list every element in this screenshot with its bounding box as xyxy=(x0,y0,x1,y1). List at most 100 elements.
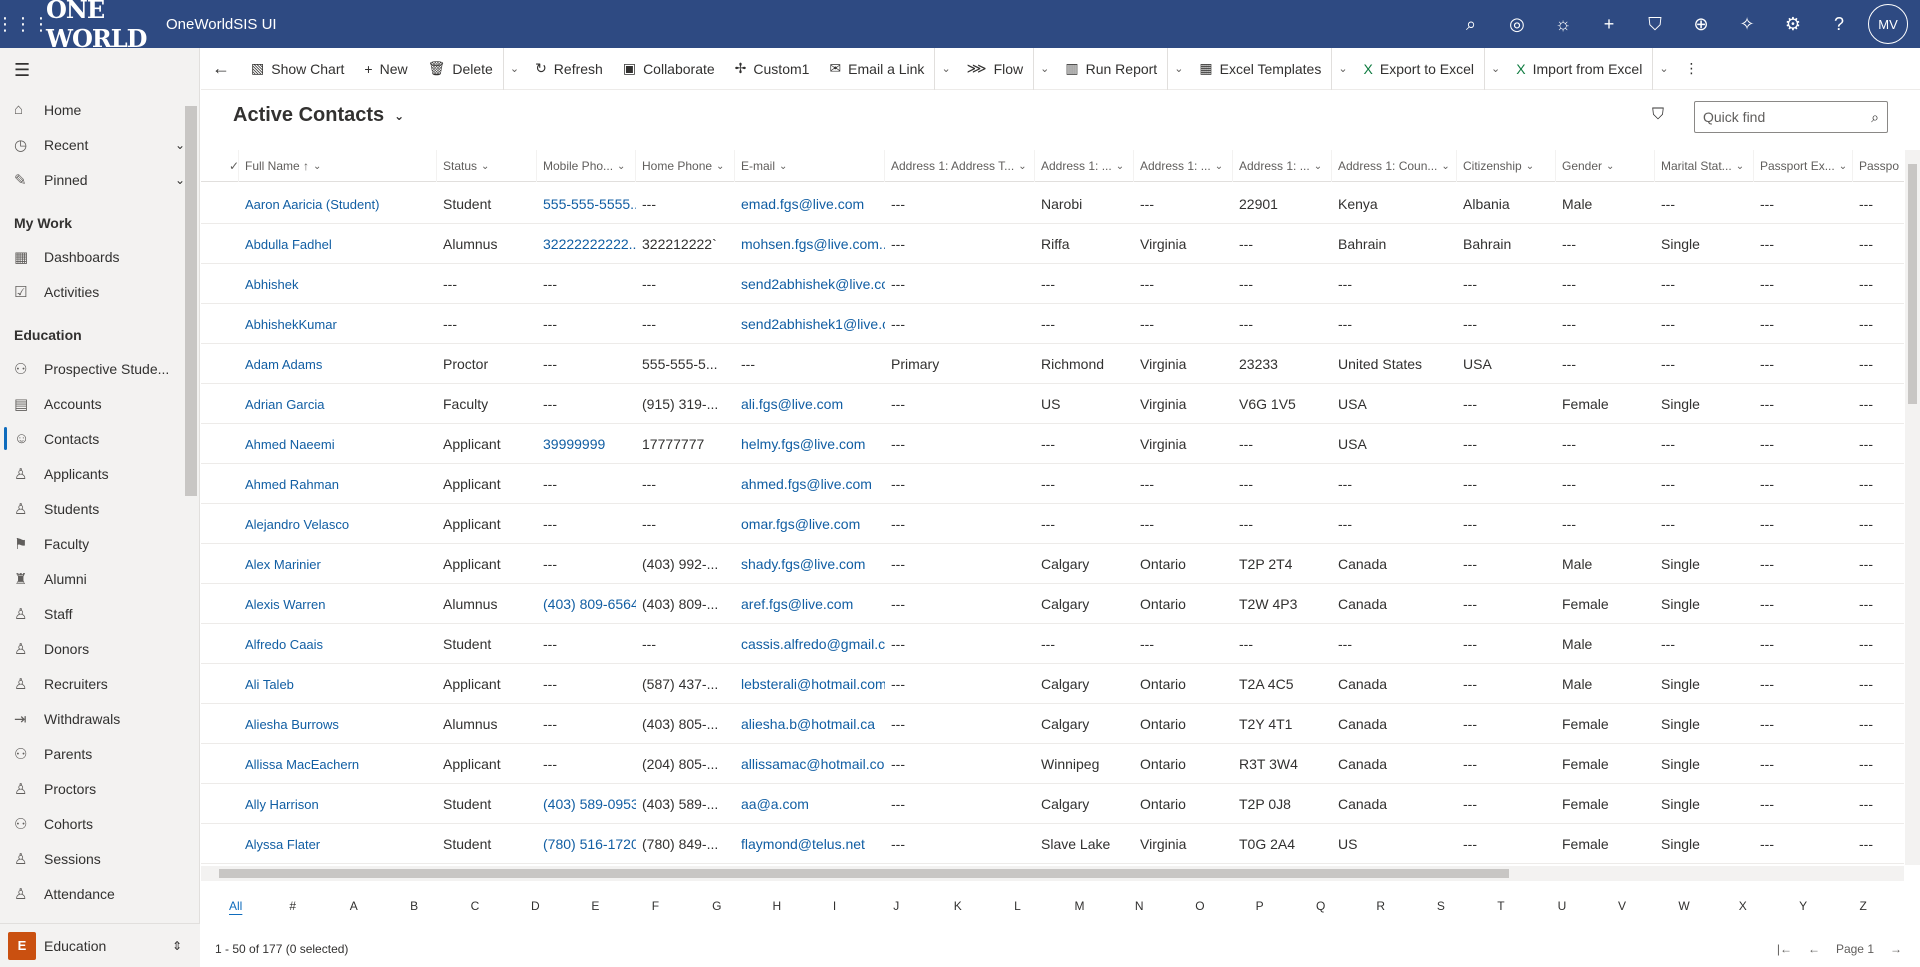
table-row[interactable]: Abdulla Fadhel Alumnus 32222222222... 32221… xyxy=(201,224,1904,264)
sidebar-item-activities[interactable]: ☑ Activities xyxy=(0,274,199,309)
sidebar-item-recruiters[interactable]: ♙ Recruiters xyxy=(0,666,199,701)
row-select[interactable] xyxy=(201,304,239,344)
sidebar-item-withdrawals[interactable]: ⇥ Withdrawals xyxy=(0,701,199,736)
table-row[interactable]: Alex Marinier Applicant --- (403) 992-... sh… xyxy=(201,544,1904,584)
jump-n[interactable]: N xyxy=(1135,899,1195,913)
table-row[interactable]: Alyssa Flater Student (780) 516-1720 (780) … xyxy=(201,824,1904,864)
cell-e-mail[interactable]: cassis.alfredo@gmail.cc xyxy=(735,624,885,664)
chevron-down-icon[interactable]: ⌄ xyxy=(1839,161,1847,172)
jump-p[interactable]: P xyxy=(1256,899,1316,913)
cell-full-name-[interactable]: Alfredo Caais xyxy=(239,624,437,664)
column-header[interactable]: Address 1: Address T... ⌄ xyxy=(885,150,1035,182)
jump-r[interactable]: R xyxy=(1376,899,1436,913)
sidebar-item-accounts[interactable]: ▤ Accounts xyxy=(0,386,199,421)
jump-m[interactable]: M xyxy=(1074,899,1134,913)
cmd-import-from-excel[interactable]: X Import from Excel xyxy=(1506,48,1652,90)
row-select[interactable] xyxy=(201,184,239,224)
cmd-export-to-excel[interactable]: X Export to Excel xyxy=(1354,48,1485,90)
cell-full-name-[interactable]: Alex Marinier xyxy=(239,544,437,584)
vertical-scrollbar[interactable] xyxy=(1905,150,1920,865)
cell-e-mail[interactable]: send2abhishek1@live.c xyxy=(735,304,885,344)
jump-j[interactable]: J xyxy=(893,899,953,913)
jump-q[interactable]: Q xyxy=(1316,899,1376,913)
jump-u[interactable]: U xyxy=(1558,899,1618,913)
back-arrow-icon[interactable]: ← xyxy=(201,48,241,90)
chevron-down-icon[interactable]: ⌄ xyxy=(779,161,787,172)
cmd-email-a-link[interactable]: ✉ Email a Link xyxy=(819,48,934,90)
split-chevron-icon[interactable]: ⌄ xyxy=(1033,47,1055,90)
filter-icon[interactable]: ⛉ xyxy=(1652,106,1664,124)
cell-full-name-[interactable]: Allissa MacEachern xyxy=(239,744,437,784)
sidebar-item-alumni[interactable]: ♜ Alumni xyxy=(0,561,199,596)
chevron-down-icon[interactable]: ⌄ xyxy=(1116,161,1124,172)
cmd-refresh[interactable]: ↻ Refresh xyxy=(525,48,613,90)
row-select[interactable] xyxy=(201,384,239,424)
view-selector[interactable]: Active Contacts ⌄ xyxy=(233,104,404,127)
jump-hash[interactable]: # xyxy=(289,899,349,913)
jump-c[interactable]: C xyxy=(471,899,531,913)
circle-plus-icon[interactable]: ⊕ xyxy=(1678,14,1724,35)
sidebar-item-donors[interactable]: ♙ Donors xyxy=(0,631,199,666)
row-select[interactable] xyxy=(201,544,239,584)
column-header[interactable]: Address 1: ... ⌄ xyxy=(1035,150,1134,182)
chevron-down-icon[interactable]: ⌄ xyxy=(175,138,185,152)
table-row[interactable]: Ahmed Rahman Applicant --- --- ahmed.fgs@liv… xyxy=(201,464,1904,504)
cell-e-mail[interactable]: allissamac@hotmail.co xyxy=(735,744,885,784)
sidebar-scrollbar[interactable] xyxy=(185,106,197,496)
jump-s[interactable]: S xyxy=(1437,899,1497,913)
next-page-icon[interactable]: → xyxy=(1890,942,1902,956)
cmd--[interactable]: ⋮ xyxy=(1675,48,1709,90)
row-select[interactable] xyxy=(201,344,239,384)
chevron-down-icon[interactable]: ⌄ xyxy=(313,161,321,172)
column-header[interactable]: E-mail ⌄ xyxy=(735,150,885,182)
sidebar-item-sessions[interactable]: ♙ Sessions xyxy=(0,841,199,876)
filter-icon[interactable]: ⛉ xyxy=(1632,14,1678,35)
search-icon[interactable]: ⌕ xyxy=(1448,14,1494,35)
table-row[interactable]: AbhishekKumar --- --- --- send2abhishek1@liv… xyxy=(201,304,1904,344)
table-row[interactable]: Alejandro Velasco Applicant --- --- omar.fgs… xyxy=(201,504,1904,544)
prev-page-icon[interactable]: ← xyxy=(1808,942,1820,956)
cmd-excel-templates[interactable]: ▦ Excel Templates xyxy=(1189,48,1331,90)
hamburger-icon[interactable]: ☰ xyxy=(0,48,199,92)
cell-e-mail[interactable]: aref.fgs@live.com xyxy=(735,584,885,624)
cell-full-name-[interactable]: AbhishekKumar xyxy=(239,304,437,344)
table-row[interactable]: Ali Taleb Applicant --- (587) 437-... lebste… xyxy=(201,664,1904,704)
row-select[interactable] xyxy=(201,424,239,464)
jump-all[interactable]: All xyxy=(229,899,289,913)
column-header[interactable]: Home Phone ⌄ xyxy=(636,150,735,182)
sidebar-item-attendance[interactable]: ♙ Attendance xyxy=(0,876,199,911)
cell-full-name-[interactable]: Ally Harrison xyxy=(239,784,437,824)
row-select[interactable] xyxy=(201,784,239,824)
jump-e[interactable]: E xyxy=(591,899,651,913)
area-switcher[interactable]: E Education ⇕ xyxy=(0,923,200,967)
cell-mobile-pho-[interactable]: 39999999 xyxy=(537,424,636,464)
target-icon[interactable]: ◎ xyxy=(1494,14,1540,35)
cell-full-name-[interactable]: Aliesha Burrows xyxy=(239,704,437,744)
jump-g[interactable]: G xyxy=(712,899,772,913)
chevron-down-icon[interactable]: ⌄ xyxy=(175,173,185,187)
chevron-down-icon[interactable]: ⌄ xyxy=(716,161,724,172)
row-select[interactable] xyxy=(201,744,239,784)
cell-mobile-pho-[interactable]: 32222222222... xyxy=(537,224,636,264)
table-row[interactable]: Adrian Garcia Faculty --- (915) 319-... ali.… xyxy=(201,384,1904,424)
sidebar-item-home[interactable]: ⌂ Home xyxy=(0,92,199,127)
sidebar-item-cohorts[interactable]: ⚇ Cohorts xyxy=(0,806,199,841)
cell-full-name-[interactable]: Abdulla Fadhel xyxy=(239,224,437,264)
sidebar-item-prospective-stude-[interactable]: ⚇ Prospective Stude... xyxy=(0,351,199,386)
row-select[interactable] xyxy=(201,584,239,624)
cell-e-mail[interactable]: ali.fgs@live.com xyxy=(735,384,885,424)
chevron-down-icon[interactable]: ⌄ xyxy=(1526,161,1534,172)
column-header[interactable]: Citizenship ⌄ xyxy=(1457,150,1556,182)
table-row[interactable]: Abhishek --- --- --- send2abhishek@live.cc --… xyxy=(201,264,1904,304)
column-header[interactable]: Gender ⌄ xyxy=(1556,150,1655,182)
cmd-show-chart[interactable]: ▧ Show Chart xyxy=(241,48,354,90)
sidebar-item-pinned[interactable]: ✎ Pinned ⌄ xyxy=(0,162,199,197)
cell-full-name-[interactable]: Abhishek xyxy=(239,264,437,304)
column-header[interactable]: Passport Ex... ⌄ xyxy=(1754,150,1853,182)
chevron-down-icon[interactable]: ⌄ xyxy=(1215,161,1223,172)
horizontal-scroll-thumb[interactable] xyxy=(219,869,1509,878)
jump-a[interactable]: A xyxy=(350,899,410,913)
sidebar-item-applicants[interactable]: ♙ Applicants xyxy=(0,456,199,491)
jump-y[interactable]: Y xyxy=(1799,899,1859,913)
row-select[interactable] xyxy=(201,464,239,504)
